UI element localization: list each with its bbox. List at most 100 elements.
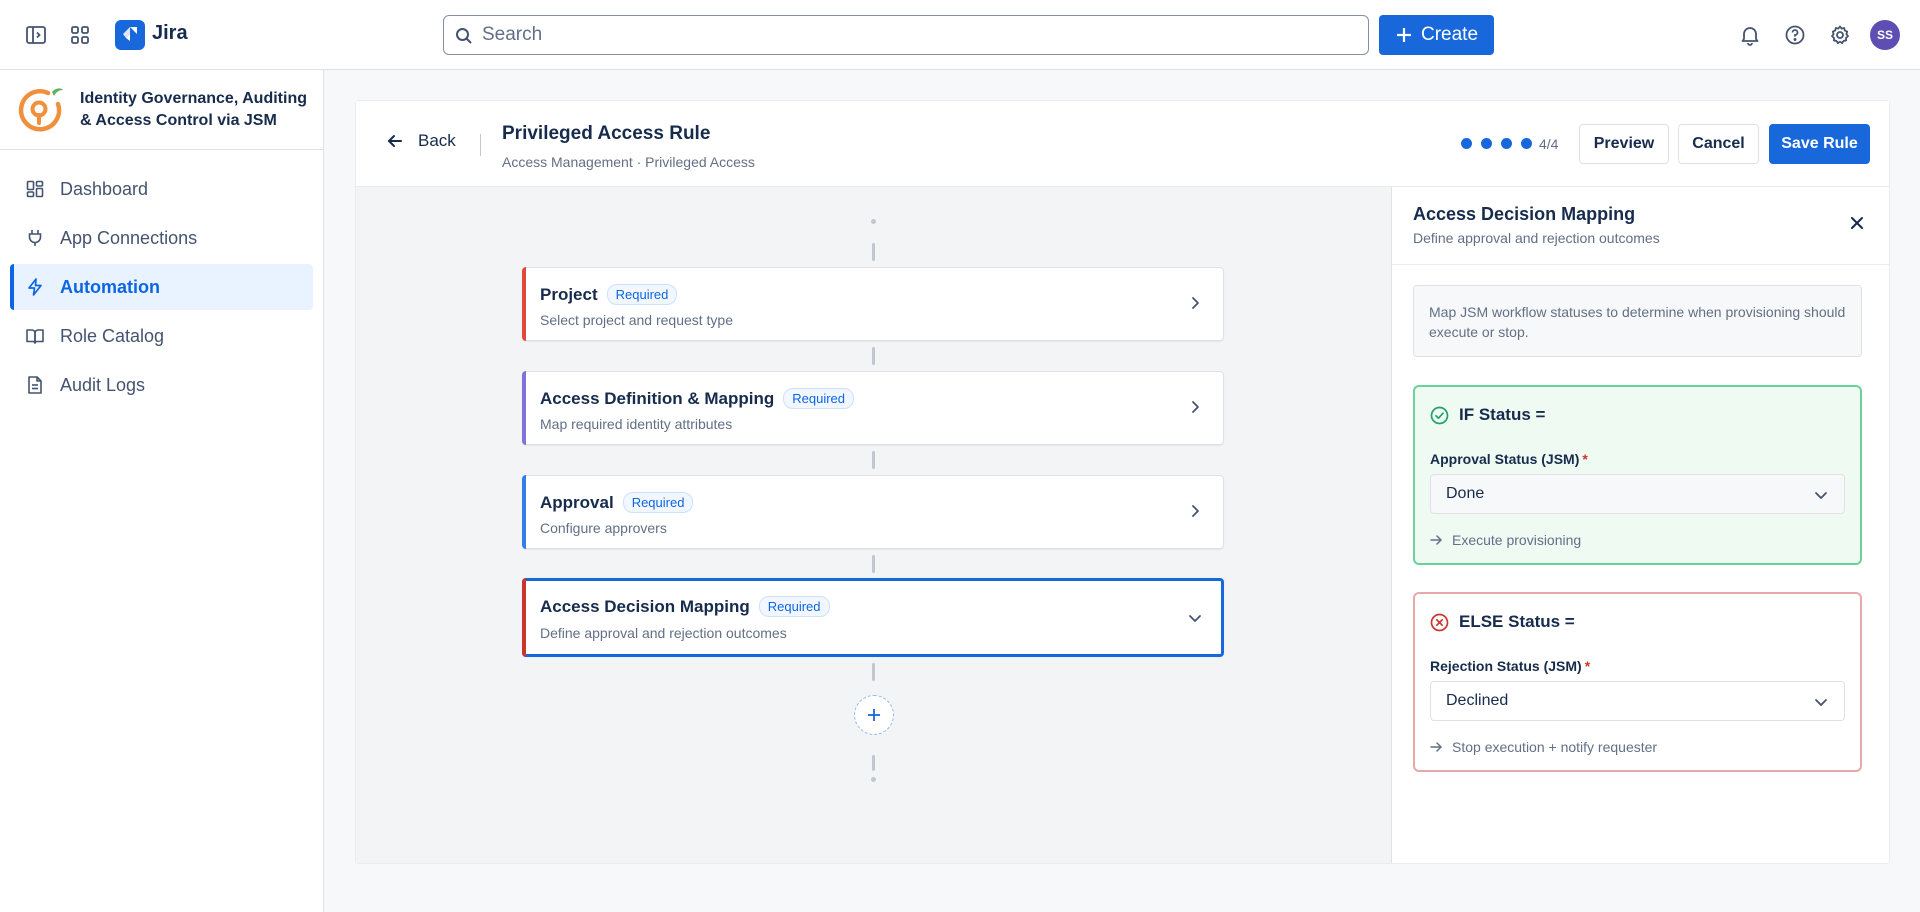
app-title: Identity Governance, Auditing & Access C… bbox=[80, 90, 307, 129]
sidebar-item-label: App Connections bbox=[60, 227, 198, 248]
if-outcome: Execute provisioning bbox=[1430, 532, 1581, 548]
required-badge: Required bbox=[606, 284, 678, 305]
page-title: Privileged Access Rule bbox=[502, 123, 711, 144]
selected-value: Declined bbox=[1446, 692, 1509, 709]
required-badge: Required bbox=[622, 492, 694, 513]
step-subtitle: Configure approvers bbox=[540, 520, 667, 536]
sidebar-nav: Dashboard App Connections Automation Rol… bbox=[0, 150, 323, 408]
info-box: Map JSM workflow statuses to determine w… bbox=[1413, 285, 1862, 357]
dashboard-icon bbox=[25, 179, 45, 199]
step-card-access-decision-mapping[interactable]: Access Decision Mapping Required Define … bbox=[522, 578, 1224, 657]
required-asterisk: * bbox=[1582, 451, 1588, 467]
header-divider bbox=[480, 134, 481, 156]
step-accent-bar bbox=[522, 267, 526, 341]
app-switcher-icon[interactable] bbox=[66, 21, 94, 49]
sidebar-toggle-icon[interactable] bbox=[22, 21, 50, 49]
x-circle-icon bbox=[1430, 613, 1449, 632]
if-heading: IF Status = bbox=[1459, 405, 1546, 424]
help-icon[interactable] bbox=[1781, 21, 1809, 49]
create-label: Create bbox=[1420, 24, 1479, 45]
outcome-text: Execute provisioning bbox=[1452, 532, 1582, 548]
back-button[interactable]: Back bbox=[386, 131, 456, 151]
plug-icon bbox=[25, 228, 45, 248]
config-panel: Access Decision Mapping Define approval … bbox=[1391, 187, 1889, 863]
required-badge: Required bbox=[758, 596, 830, 617]
panel-subtitle: Define approval and rejection outcomes bbox=[1413, 230, 1660, 246]
required-asterisk: * bbox=[1584, 658, 1591, 674]
progress-dot bbox=[1461, 138, 1472, 149]
chevron-down-icon[interactable] bbox=[1187, 610, 1203, 626]
document-icon bbox=[25, 375, 45, 395]
rejection-status-select[interactable]: Declined bbox=[1430, 681, 1845, 721]
connector-line bbox=[872, 451, 875, 469]
rule-editor: Back Privileged Access Rule Access Manag… bbox=[355, 100, 1890, 864]
user-avatar[interactable]: SS bbox=[1870, 20, 1900, 50]
add-step-button[interactable] bbox=[854, 695, 894, 735]
sidebar-item-app-connections[interactable]: App Connections bbox=[10, 215, 313, 261]
step-title: Project bbox=[540, 284, 598, 304]
settings-gear-icon[interactable] bbox=[1826, 21, 1854, 49]
step-card-approval[interactable]: Approval Required Configure approvers bbox=[522, 475, 1224, 549]
if-status-block: IF Status = Approval Status (JSM) * Done … bbox=[1413, 385, 1862, 565]
sidebar-item-role-catalog[interactable]: Role Catalog bbox=[10, 313, 313, 359]
progress-dot bbox=[1501, 138, 1512, 149]
chevron-right-icon[interactable] bbox=[1187, 295, 1203, 311]
required-badge: Required bbox=[783, 388, 855, 409]
sidebar-item-label: Automation bbox=[60, 276, 160, 297]
search-bar[interactable] bbox=[443, 15, 1369, 55]
back-label: Back bbox=[418, 131, 456, 150]
approval-status-label: Approval Status (JSM) * bbox=[1430, 451, 1588, 467]
step-counter: 4/4 bbox=[1539, 136, 1559, 152]
plus-icon bbox=[866, 707, 882, 723]
arrow-right-icon bbox=[1430, 534, 1442, 546]
sidebar-item-label: Role Catalog bbox=[60, 325, 165, 346]
notifications-bell-icon[interactable] bbox=[1736, 21, 1764, 49]
cancel-button[interactable]: Cancel bbox=[1678, 124, 1759, 164]
step-subtitle: Select project and request type bbox=[540, 312, 734, 328]
connector-line bbox=[872, 347, 875, 365]
app-name[interactable]: Jira bbox=[152, 22, 188, 45]
step-accent-bar bbox=[522, 578, 526, 657]
chevron-down-icon bbox=[1814, 488, 1828, 502]
sidebar-item-automation[interactable]: Automation bbox=[10, 264, 313, 310]
top-navigation-bar: Jira Create SS bbox=[0, 0, 1920, 70]
field-label-text: Approval Status (JSM) bbox=[1430, 451, 1580, 467]
panel-title: Access Decision Mapping bbox=[1413, 204, 1636, 224]
connector-dot bbox=[871, 777, 876, 782]
sidebar-item-audit-logs[interactable]: Audit Logs bbox=[10, 362, 313, 408]
else-heading: ELSE Status = bbox=[1459, 612, 1575, 631]
selected-value: Done bbox=[1446, 485, 1485, 502]
close-icon[interactable] bbox=[1849, 215, 1865, 231]
chevron-right-icon[interactable] bbox=[1187, 399, 1203, 415]
sidebar-item-label: Audit Logs bbox=[60, 374, 146, 395]
breadcrumb: Access Management · Privileged Access bbox=[502, 154, 755, 170]
step-subtitle: Map required identity attributes bbox=[540, 416, 733, 432]
step-subtitle: Define approval and rejection outcomes bbox=[540, 625, 787, 641]
rejection-status-label: Rejection Status (JSM) * bbox=[1430, 658, 1590, 674]
arrow-left-icon bbox=[386, 132, 404, 150]
step-title: Access Decision Mapping bbox=[540, 596, 750, 616]
else-outcome: Stop execution + notify requester bbox=[1430, 739, 1657, 755]
progress-dots bbox=[1461, 138, 1532, 149]
create-button[interactable]: Create bbox=[1379, 15, 1494, 55]
step-accent-bar bbox=[522, 475, 526, 549]
step-card-project[interactable]: Project Required Select project and requ… bbox=[522, 267, 1224, 341]
progress-dot bbox=[1521, 138, 1532, 149]
approval-status-select[interactable]: Done bbox=[1430, 474, 1845, 514]
step-title: Approval bbox=[540, 492, 614, 512]
step-card-access-definition[interactable]: Access Definition & Mapping Required Map… bbox=[522, 371, 1224, 445]
progress-dot bbox=[1481, 138, 1492, 149]
chevron-right-icon[interactable] bbox=[1187, 503, 1203, 519]
app-logo-icon bbox=[14, 84, 66, 136]
app-header: Identity Governance, Auditing & Access C… bbox=[0, 70, 323, 150]
jira-logo-icon[interactable] bbox=[115, 20, 145, 50]
sidebar: Identity Governance, Auditing & Access C… bbox=[0, 70, 324, 912]
search-input[interactable] bbox=[482, 24, 1368, 46]
connector-line bbox=[872, 755, 875, 771]
preview-button[interactable]: Preview bbox=[1579, 124, 1669, 164]
field-label-text: Rejection Status (JSM) bbox=[1430, 658, 1582, 674]
connector-dot bbox=[871, 219, 876, 224]
sidebar-item-dashboard[interactable]: Dashboard bbox=[10, 166, 313, 212]
check-circle-icon bbox=[1430, 406, 1449, 425]
save-rule-button[interactable]: Save Rule bbox=[1769, 124, 1870, 164]
